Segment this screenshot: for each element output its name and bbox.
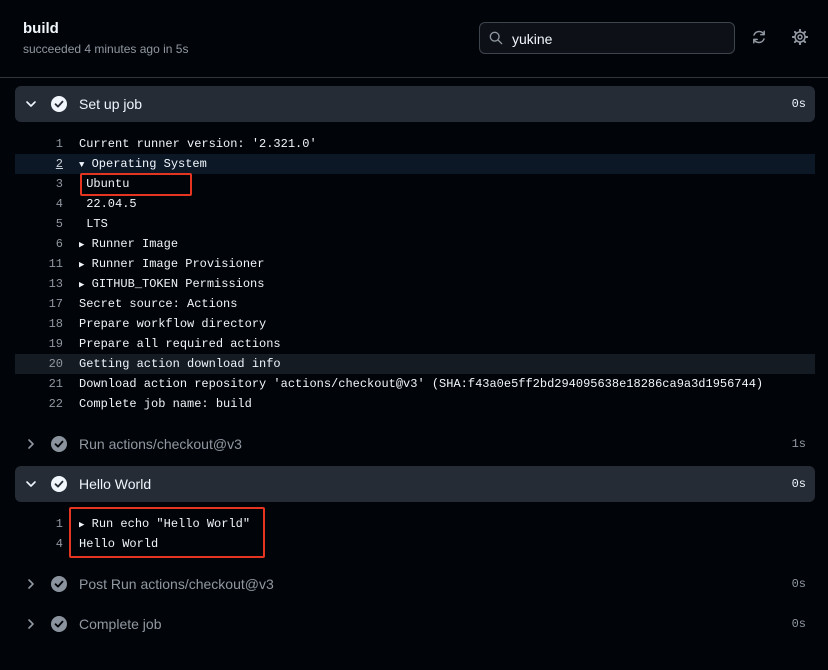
line-number[interactable]: 2 [15,154,63,174]
chevron-right-icon [28,439,34,449]
log-search-box[interactable] [479,22,735,54]
log-line: 3 Ubuntu [15,174,815,194]
log-text: Runner Image [91,237,179,251]
caret-right-icon: ▶ [79,260,85,270]
step-header-run-checkout[interactable]: Run actions/checkout@v3 1s [15,426,815,462]
caret-down-icon: ▼ [79,160,85,170]
line-number[interactable]: 3 [15,174,63,194]
log-text: Operating System [91,157,207,171]
step-header-complete-job[interactable]: Complete job 0s [15,606,815,642]
check-circle-icon [51,576,67,592]
log-group-toggle[interactable]: ▶ Runner Image Provisioner [79,254,264,275]
log-text: GITHUB_TOKEN Permissions [91,277,265,291]
line-number[interactable]: 13 [15,274,63,294]
log-text: Secret source: Actions [79,297,238,311]
job-header: build succeeded 4 minutes ago in 5s [0,0,828,78]
line-number[interactable]: 6 [15,234,63,254]
log-line-group[interactable]: 2 ▼ Operating System [15,154,815,174]
log-text: Getting action download info [79,357,281,371]
log-text: Ubuntu [79,177,130,191]
settings-button[interactable] [789,25,811,49]
log-text: LTS [79,217,108,231]
line-number[interactable]: 4 [15,194,63,214]
step-name: Complete job [79,616,162,632]
log-text: 22.04.5 [79,197,137,211]
chevron-down-icon [26,481,36,487]
step-name: Hello World [79,476,152,492]
line-number[interactable]: 19 [15,334,63,354]
check-circle-icon [51,476,67,492]
log-line-group[interactable]: 11 ▶ Runner Image Provisioner [15,254,815,274]
check-circle-icon [51,616,67,632]
chevron-right-icon [28,619,34,629]
log-group-toggle[interactable]: ▶ Run echo "Hello World" [79,514,250,535]
log-line: 5 LTS [15,214,815,234]
step-duration: 0s [791,577,806,591]
line-number[interactable]: 20 [15,354,63,374]
line-number[interactable]: 4 [15,534,63,554]
log-text: Download action repository 'actions/chec… [79,377,764,391]
log-line-hovered: 20 Getting action download info [15,354,815,374]
log-group-toggle[interactable]: ▶ Runner Image [79,234,178,255]
step-header-hello-world[interactable]: Hello World 0s [15,466,815,502]
step-duration: 1s [791,437,806,451]
log-line: 1 Current runner version: '2.321.0' [15,134,815,154]
job-status-text: succeeded 4 minutes ago in 5s [23,42,189,56]
log-line: 4 22.04.5 [15,194,815,214]
refresh-button[interactable] [748,25,770,49]
log-line-group[interactable]: 13 ▶ GITHUB_TOKEN Permissions [15,274,815,294]
step-duration: 0s [791,97,806,111]
step-duration: 0s [791,617,806,631]
line-number[interactable]: 1 [15,134,63,154]
line-number[interactable]: 11 [15,254,63,274]
caret-right-icon: ▶ [79,520,85,530]
step-name: Run actions/checkout@v3 [79,436,242,452]
check-circle-icon [51,96,67,112]
log-text: Prepare workflow directory [79,317,267,331]
caret-right-icon: ▶ [79,240,85,250]
caret-right-icon: ▶ [79,280,85,290]
sync-icon [753,30,765,44]
log-line-group[interactable]: 6 ▶ Runner Image [15,234,815,254]
log-group-toggle[interactable]: ▼ Operating System [79,154,207,175]
step-duration: 0s [791,477,806,491]
search-input[interactable] [512,29,727,49]
step-name: Post Run actions/checkout@v3 [79,576,274,592]
step-header-set-up-job[interactable]: Set up job 0s [15,86,815,122]
chevron-down-icon [26,101,36,107]
log-line: 19 Prepare all required actions [15,334,815,354]
line-number[interactable]: 18 [15,314,63,334]
log-text: Runner Image Provisioner [91,257,265,271]
log-line: 21 Download action repository 'actions/c… [15,374,815,394]
log-text: Run echo "Hello World" [91,517,251,531]
log-text: Complete job name: build [79,397,252,411]
line-number[interactable]: 5 [15,214,63,234]
log-line: 18 Prepare workflow directory [15,314,815,334]
log-group-toggle[interactable]: ▶ GITHUB_TOKEN Permissions [79,274,264,295]
chevron-right-icon [28,579,34,589]
log-text: Hello World [79,537,159,551]
check-circle-icon [51,436,67,452]
line-number[interactable]: 21 [15,374,63,394]
line-number[interactable]: 1 [15,514,63,534]
log-line-group[interactable]: 1 ▶ Run echo "Hello World" [15,514,815,534]
line-number[interactable]: 22 [15,394,63,414]
log-line: 4 Hello World [15,534,815,554]
line-number[interactable]: 17 [15,294,63,314]
log-text: Current runner version: '2.321.0' [79,137,317,151]
log-text: Prepare all required actions [79,337,281,351]
step-header-post-run-checkout[interactable]: Post Run actions/checkout@v3 0s [15,566,815,602]
step-name: Set up job [79,96,143,112]
search-icon [489,31,503,45]
job-title: build [23,20,59,37]
log-line: 17 Secret source: Actions [15,294,815,314]
gear-icon [792,29,808,45]
log-line: 22 Complete job name: build [15,394,815,414]
